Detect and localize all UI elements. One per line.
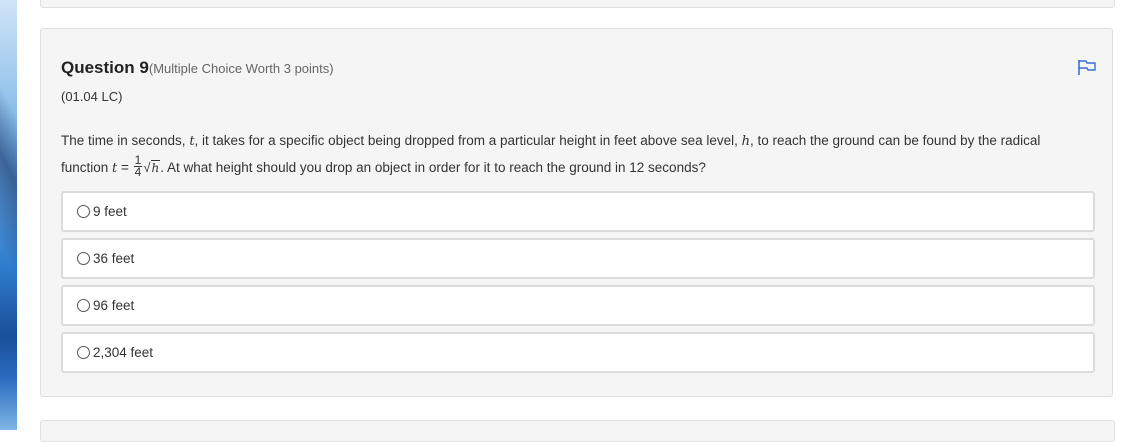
answer-option[interactable]: 2,304 feet xyxy=(61,332,1095,373)
question-text-part: The time in seconds, xyxy=(61,133,190,148)
next-question-panel xyxy=(40,420,1115,442)
question-meta: (Multiple Choice Worth 3 points) xyxy=(148,61,334,76)
equation-radicand: h xyxy=(150,160,161,175)
equation-fraction: 14 xyxy=(133,154,143,179)
question-text-part: , to reach the ground can be found by th… xyxy=(749,133,1041,148)
answer-option[interactable]: 96 feet xyxy=(61,285,1095,326)
question-text-part: function xyxy=(61,160,113,175)
radio-button[interactable] xyxy=(77,252,90,265)
background-edge-decoration xyxy=(0,0,17,430)
answer-option-label: 96 feet xyxy=(93,298,135,313)
equation-equals: = xyxy=(117,160,133,175)
radio-button[interactable] xyxy=(77,346,90,359)
radio-button[interactable] xyxy=(77,299,90,312)
answer-option-label: 36 feet xyxy=(93,251,135,266)
question-text-part: . At what height should you drop an obje… xyxy=(160,160,706,175)
previous-question-panel xyxy=(40,0,1115,8)
question-text: The time in seconds, t, it takes for a s… xyxy=(61,128,1091,182)
fraction-denominator: 4 xyxy=(134,164,142,179)
answer-option[interactable]: 9 feet xyxy=(61,191,1095,232)
question-header: Question 9(Multiple Choice Worth 3 point… xyxy=(61,58,334,78)
question-panel: Question 9(Multiple Choice Worth 3 point… xyxy=(40,28,1113,397)
answer-option[interactable]: 36 feet xyxy=(61,238,1095,279)
variable-h: h xyxy=(741,134,750,149)
answer-option-label: 2,304 feet xyxy=(93,345,154,360)
radio-button[interactable] xyxy=(77,205,90,218)
square-root-icon: √ xyxy=(143,160,151,175)
question-title: Question 9 xyxy=(61,58,149,77)
question-code: (01.04 LC) xyxy=(61,89,123,104)
answer-option-label: 9 feet xyxy=(93,204,127,219)
question-text-line2: function t = 1 4 √h. At what height should… xyxy=(61,154,1091,182)
question-text-part: , it takes for a specific object being d… xyxy=(194,133,742,148)
flag-icon[interactable] xyxy=(1077,59,1097,76)
